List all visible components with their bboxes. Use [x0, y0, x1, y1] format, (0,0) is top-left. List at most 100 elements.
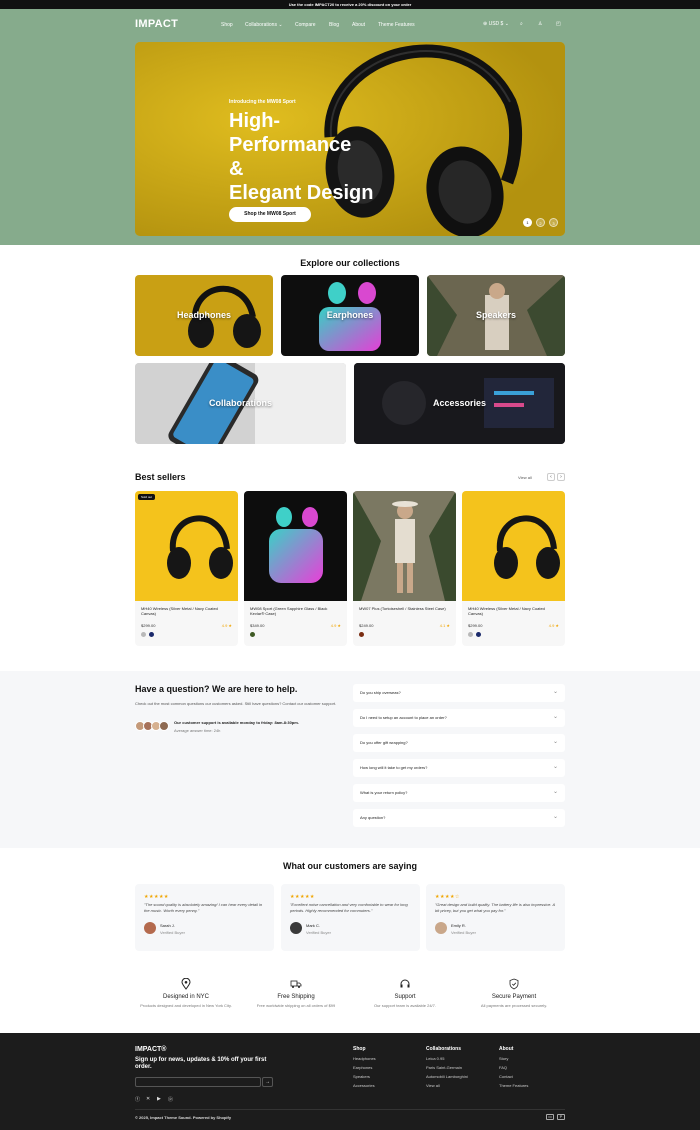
slide-dot-1[interactable]: 1 — [523, 218, 532, 227]
footer-link[interactable]: Leica 0.95 — [426, 1056, 444, 1061]
footer-logo[interactable]: IMPACT® — [135, 1046, 166, 1053]
avatar — [159, 721, 169, 731]
feature-description: Our support team is available 24/7. — [373, 1003, 437, 1008]
footer-link[interactable]: Headphones — [353, 1056, 376, 1061]
faq-item[interactable]: How long will it take to get my orders? … — [353, 759, 565, 777]
arrow-right-icon[interactable]: → — [262, 1077, 273, 1087]
testimonial-text: "The sound quality is absolutely amazing… — [144, 902, 263, 913]
product-name[interactable]: MH40 Wireless (Silver Metal / Navy Coate… — [468, 606, 560, 616]
youtube-icon[interactable]: ▶ — [157, 1096, 161, 1102]
faq-question: Do I need to setup an account to place a… — [360, 715, 447, 720]
faq-item[interactable]: What is your return policy? ⌄ — [353, 784, 565, 802]
nav-theme-features[interactable]: Theme Features — [378, 22, 415, 28]
product-image — [244, 491, 347, 601]
hero-shop-button[interactable]: Shop the MW08 Sport — [229, 207, 311, 222]
hero-kicker: Introducing the MW08 Sport — [229, 99, 296, 105]
collection-collaborations[interactable]: Collaborations — [135, 363, 346, 444]
next-arrow-icon[interactable]: › — [557, 473, 565, 481]
faq-item[interactable]: Do you ship overseas? ⌄ — [353, 684, 565, 702]
feature-description: Products designed and developed in New Y… — [140, 1003, 232, 1008]
product-image — [353, 491, 456, 601]
product-card[interactable]: Sold out MH40 Wireless (Silver Metal / N… — [135, 491, 238, 646]
footer-link[interactable]: Theme Features — [499, 1083, 528, 1088]
currency-selector[interactable]: ⊕ USD $ ⌄ — [483, 21, 509, 27]
chevron-down-icon: ⌄ — [552, 764, 558, 770]
footer-link[interactable]: Accessories — [353, 1083, 375, 1088]
color-swatch[interactable] — [468, 632, 473, 637]
product-name[interactable]: MW08 Sport (Green Sapphire Glass / Black… — [250, 606, 342, 616]
view-all-link[interactable]: View all — [518, 475, 532, 480]
product-card[interactable]: MW07 Plus (Tortoiseshell / Stainless Ste… — [353, 491, 456, 646]
collection-speakers[interactable]: Speakers — [427, 275, 565, 356]
faq-question: How long will it take to get my orders? — [360, 765, 428, 770]
feature-title: Secure Payment — [491, 994, 537, 1000]
testimonial-text: "Great design and build quality. The bat… — [435, 902, 555, 913]
newsletter-email-input[interactable] — [135, 1077, 261, 1087]
verified-label: Verified Buyer — [451, 930, 476, 935]
footer-link[interactable]: View all — [426, 1083, 440, 1088]
faq-question: Any question? — [360, 815, 386, 820]
footer-col-about: About — [499, 1046, 514, 1052]
faq-item[interactable]: Do I need to setup an account to place a… — [353, 709, 565, 727]
nav-about[interactable]: About — [352, 22, 365, 28]
feature-title: Designed in NYC — [162, 994, 210, 1000]
product-name[interactable]: MW07 Plus (Tortoiseshell / Stainless Ste… — [359, 606, 451, 611]
footer-link[interactable]: FAQ — [499, 1065, 507, 1070]
search-icon[interactable]: ⌕ — [520, 21, 523, 27]
product-card[interactable]: MW08 Sport (Green Sapphire Glass / Black… — [244, 491, 347, 646]
faq-item[interactable]: Do you offer gift wrapping? ⌄ — [353, 734, 565, 752]
nav-compare[interactable]: Compare — [295, 22, 316, 28]
product-price: $299.00 — [468, 623, 483, 628]
footer-link[interactable]: Story — [499, 1056, 508, 1061]
main-header: IMPACT Shop Collaborations ⌄ Compare Blo… — [135, 18, 565, 32]
collection-headphones[interactable]: Headphones — [135, 275, 273, 356]
color-swatch[interactable] — [149, 632, 154, 637]
footer-link[interactable]: Speakers — [353, 1074, 370, 1079]
faq-item[interactable]: Any question? ⌄ — [353, 809, 565, 827]
feature-title: Support — [394, 994, 416, 1000]
site-footer: IMPACT® Sign up for news, updates & 10% … — [0, 1033, 700, 1130]
site-logo[interactable]: IMPACT — [135, 18, 178, 30]
twitter-icon[interactable]: ✕ — [146, 1096, 150, 1102]
faq-question: Do you offer gift wrapping? — [360, 740, 408, 745]
faq-title: Have a question? We are here to help. — [135, 684, 298, 694]
pinterest-icon[interactable]: ⓟ — [168, 1096, 173, 1103]
color-swatch[interactable] — [141, 632, 146, 637]
faq-question: Do you ship overseas? — [360, 690, 401, 695]
nav-blog[interactable]: Blog — [329, 22, 339, 28]
facebook-icon[interactable]: ⓕ — [135, 1096, 140, 1103]
account-icon[interactable]: ♙ — [538, 21, 542, 27]
product-rating: 4.9 ★ — [548, 623, 559, 628]
feature-designed: Designed in NYC Products designed and de… — [131, 978, 241, 1009]
verified-label: Verified Buyer — [160, 930, 185, 935]
cart-icon[interactable]: ◰ — [556, 21, 561, 27]
collection-accessories[interactable]: Accessories — [354, 363, 565, 444]
product-card[interactable]: MH40 Wireless (Silver Metal / Navy Coate… — [462, 491, 565, 646]
avatar — [144, 922, 156, 934]
slide-dot-3[interactable]: 3 — [549, 218, 558, 227]
footer-link[interactable]: Contact — [499, 1074, 513, 1079]
product-image — [135, 491, 238, 601]
collection-earphones[interactable]: Earphones — [281, 275, 419, 356]
nav-collaborations[interactable]: Collaborations ⌄ — [245, 22, 283, 28]
slide-dot-2[interactable]: 2 — [536, 218, 545, 227]
bestsellers-title: Best sellers — [135, 472, 186, 482]
footer-link[interactable]: Earphones — [353, 1065, 372, 1070]
footer-link[interactable]: Paris Saint-Germain — [426, 1065, 462, 1070]
product-name[interactable]: MH40 Wireless (Silver Metal / Navy Coate… — [141, 606, 233, 616]
color-swatch[interactable] — [359, 632, 364, 637]
prev-arrow-icon[interactable]: ‹ — [547, 473, 555, 481]
headset-icon — [400, 979, 410, 988]
testimonial-text: "Excellent noise cancellation and very c… — [290, 902, 408, 913]
chevron-down-icon: ⌄ — [278, 22, 283, 28]
color-swatch[interactable] — [476, 632, 481, 637]
product-image — [462, 491, 565, 601]
collection-label: Headphones — [176, 309, 231, 320]
collection-label: Earphones — [326, 309, 374, 320]
faq-description: Check out the most common questions our … — [135, 701, 337, 706]
color-swatch[interactable] — [250, 632, 255, 637]
chevron-down-icon: ⌄ — [552, 689, 558, 695]
nav-shop[interactable]: Shop — [221, 22, 233, 28]
newsletter-heading: Sign up for news, updates & 10% off your… — [135, 1057, 267, 1070]
footer-link[interactable]: Automobili Lamborghini — [426, 1074, 468, 1079]
